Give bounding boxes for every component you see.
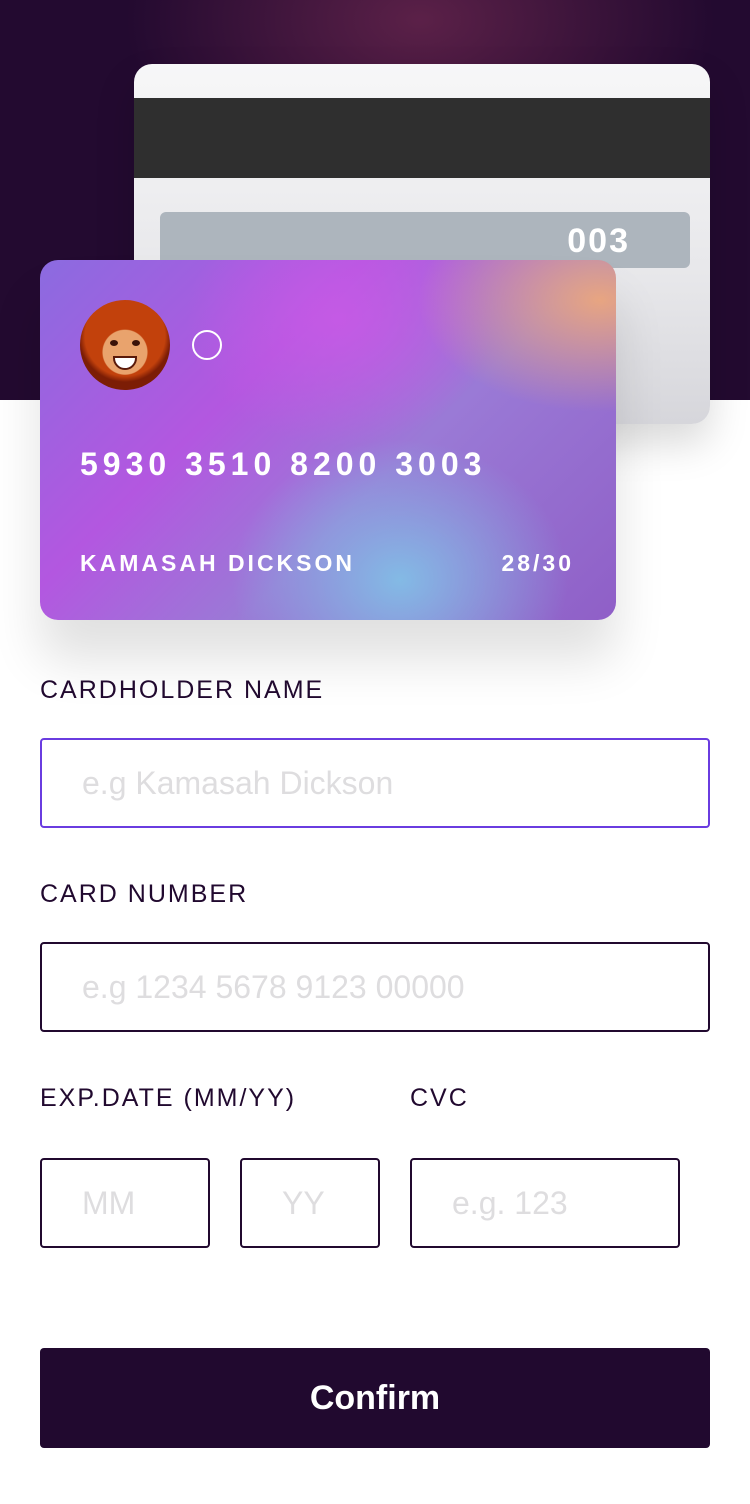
avatar-mouth (113, 356, 137, 370)
cardholder-name-label: CARDHOLDER NAME (40, 676, 325, 704)
avatar (80, 300, 170, 390)
card-back-cvc: 003 (567, 222, 630, 260)
card-number-display: 5930 3510 8200 3003 (80, 446, 487, 482)
avatar-eye-right (132, 340, 140, 346)
magnetic-stripe (134, 98, 710, 178)
avatar-eye-left (110, 340, 118, 346)
exp-date-label: EXP.DATE (MM/YY) (40, 1084, 297, 1112)
cvc-label: CVC (410, 1084, 469, 1112)
exp-month-input[interactable] (40, 1158, 210, 1248)
card-number-label: CARD NUMBER (40, 880, 249, 908)
confirm-button[interactable]: Confirm (40, 1348, 710, 1448)
exp-year-input[interactable] (240, 1158, 380, 1248)
card-front: 5930 3510 8200 3003 KAMASAH DICKSON 28/3… (40, 260, 616, 620)
cardholder-name-display: KAMASAH DICKSON (80, 550, 355, 576)
cardholder-name-input[interactable] (40, 738, 710, 828)
circle-outline-icon (192, 330, 222, 360)
cvc-input[interactable] (410, 1158, 680, 1248)
card-expiry-display: 28/30 (501, 550, 574, 576)
card-number-input[interactable] (40, 942, 710, 1032)
